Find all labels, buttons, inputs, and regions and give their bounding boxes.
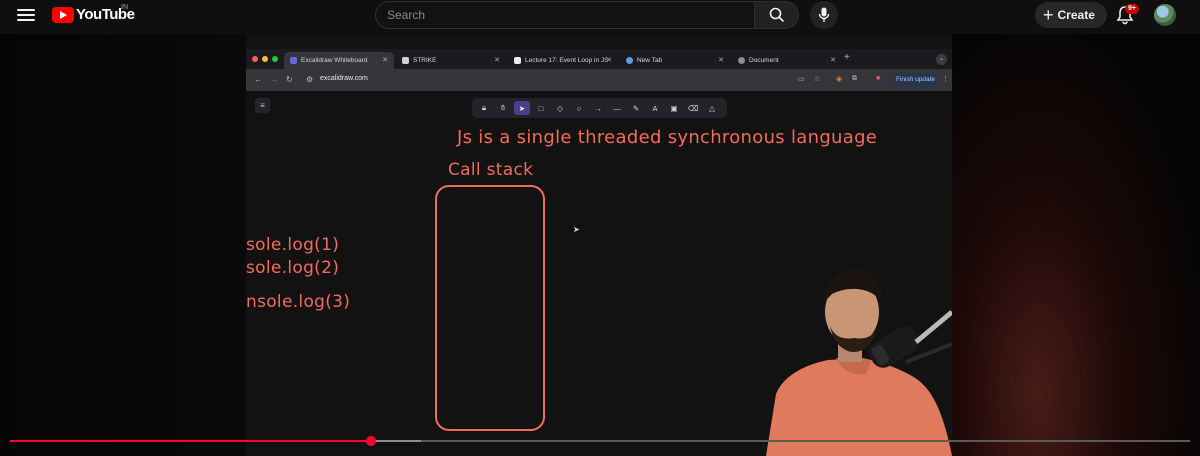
eraser-tool-icon: ⌫ [687, 103, 699, 113]
more-tools-icon: △ [709, 103, 715, 113]
globe-icon [738, 57, 745, 64]
arrow-tool-icon: → [594, 103, 602, 113]
diamond-tool-icon: ◇ [557, 103, 563, 113]
video-frame[interactable]: Excalidraw Whiteboard ✕ STRIKE ✕ Lecture… [246, 34, 952, 456]
site-settings-icon: ⚙ [306, 75, 314, 84]
new-tab-plus-icon: + [844, 52, 850, 63]
tab-label: STRIKE [413, 57, 437, 64]
create-label: Create [1057, 8, 1095, 22]
tab-close-icon: ✕ [494, 57, 500, 64]
video-player[interactable]: Excalidraw Whiteboard ✕ STRIKE ✕ Lecture… [0, 34, 1200, 456]
plus-icon: + [1043, 5, 1054, 25]
browser-url: excalidraw.com [320, 75, 368, 82]
progress-bar[interactable] [10, 436, 1190, 446]
browser-tab: STRIKE ✕ [396, 52, 506, 69]
tab-close-icon: ✕ [382, 57, 388, 64]
presenter-webcam [766, 269, 952, 456]
hand-tool-icon: ✋︎ [500, 103, 506, 112]
excalidraw-toolbar: 🔒︎ ✋︎ ➤ □ ◇ ○ → — ✎ A ▣ ⌫ △ [472, 98, 727, 118]
search-button[interactable] [754, 1, 799, 29]
browser-tab: New Tab ✕ [620, 52, 730, 69]
account-avatar[interactable] [1154, 4, 1176, 26]
strike-icon [402, 57, 409, 64]
minimize-window-dot [262, 56, 268, 62]
tab-close-icon: ✕ [830, 57, 836, 64]
country-code: IN [121, 4, 128, 11]
line-tool-icon: — [613, 103, 621, 113]
notification-count-badge: 9+ [1125, 4, 1139, 14]
image-tool-icon: ▣ [670, 103, 678, 113]
browser-tab: Document ✕ [732, 52, 842, 69]
bookmark-star-icon: ☆ [814, 76, 821, 83]
youtube-header: YouTube IN + Create 9+ [0, 0, 1200, 30]
selection-tool-icon: ➤ [514, 101, 530, 115]
browser-more-icon: ⋮ [942, 76, 949, 83]
youtube-play-icon [52, 6, 74, 23]
progress-played [10, 440, 372, 442]
ellipse-tool-icon: ○ [576, 103, 582, 113]
tab-label: Document [749, 57, 779, 64]
mouse-cursor-icon: ➤ [573, 225, 580, 234]
extension-icon: ◉ [836, 76, 843, 83]
lock-tool-icon: 🔒︎ [482, 103, 486, 112]
tab-search-chevron-icon: ⌄ [936, 54, 947, 65]
excalidraw-menu-icon: ≡ [255, 98, 270, 113]
code-line: sole.log(2) [246, 258, 340, 278]
code-line: nsole.log(3) [246, 292, 351, 312]
recorded-browser-chrome: Excalidraw Whiteboard ✕ STRIKE ✕ Lecture… [246, 49, 952, 91]
reload-icon: ↻ [286, 75, 293, 84]
profile-icon: ■ [876, 75, 881, 82]
search-input[interactable] [376, 2, 754, 28]
tab-close-icon: ✕ [718, 57, 724, 64]
call-stack-label: Call stack [448, 160, 534, 180]
close-window-dot [252, 56, 258, 62]
text-tool-icon: A [652, 103, 658, 113]
rectangle-tool-icon: □ [538, 103, 544, 113]
code-line: sole.log(1) [246, 235, 340, 255]
extensions-puzzle-icon: ⧉ [852, 75, 857, 82]
tab-label: Lecture 17: Event Loop in JS [525, 57, 609, 64]
tab-close-icon: ✕ [606, 57, 612, 64]
browser-tab: Excalidraw Whiteboard ✕ [284, 52, 394, 69]
browser-address-bar: ← → ↻ ⚙ excalidraw.com ▭ ☆ ◉ ⧉ ■ Finish … [246, 69, 952, 91]
zoom-window-dot [272, 56, 278, 62]
create-button[interactable]: + Create [1035, 2, 1107, 28]
voice-search-button[interactable] [810, 1, 838, 29]
back-arrow-icon: ← [254, 75, 262, 84]
hamburger-menu-icon[interactable] [17, 7, 35, 23]
chrome-icon [626, 57, 633, 64]
browser-tab: Lecture 17: Event Loop in JS ✕ [508, 52, 618, 69]
tab-label: New Tab [637, 57, 663, 64]
cast-icon: ▭ [798, 76, 805, 83]
browser-tab-bar: Excalidraw Whiteboard ✕ STRIKE ✕ Lecture… [246, 49, 952, 69]
ambient-glow-right [952, 34, 1200, 456]
draw-tool-icon: ✎ [632, 103, 640, 113]
search-box[interactable] [375, 1, 755, 29]
forward-arrow-icon: → [270, 75, 278, 84]
excalidraw-icon [290, 57, 297, 64]
finish-update-button: Finish update [892, 73, 940, 87]
search-icon [769, 7, 784, 23]
ambient-glow-left [0, 34, 246, 456]
tab-label: Excalidraw Whiteboard [301, 57, 368, 64]
whiteboard-headline: Js is a single threaded synchronous lang… [457, 127, 878, 148]
notion-icon [514, 57, 521, 64]
microphone-icon [818, 7, 830, 22]
call-stack-box [435, 185, 545, 431]
